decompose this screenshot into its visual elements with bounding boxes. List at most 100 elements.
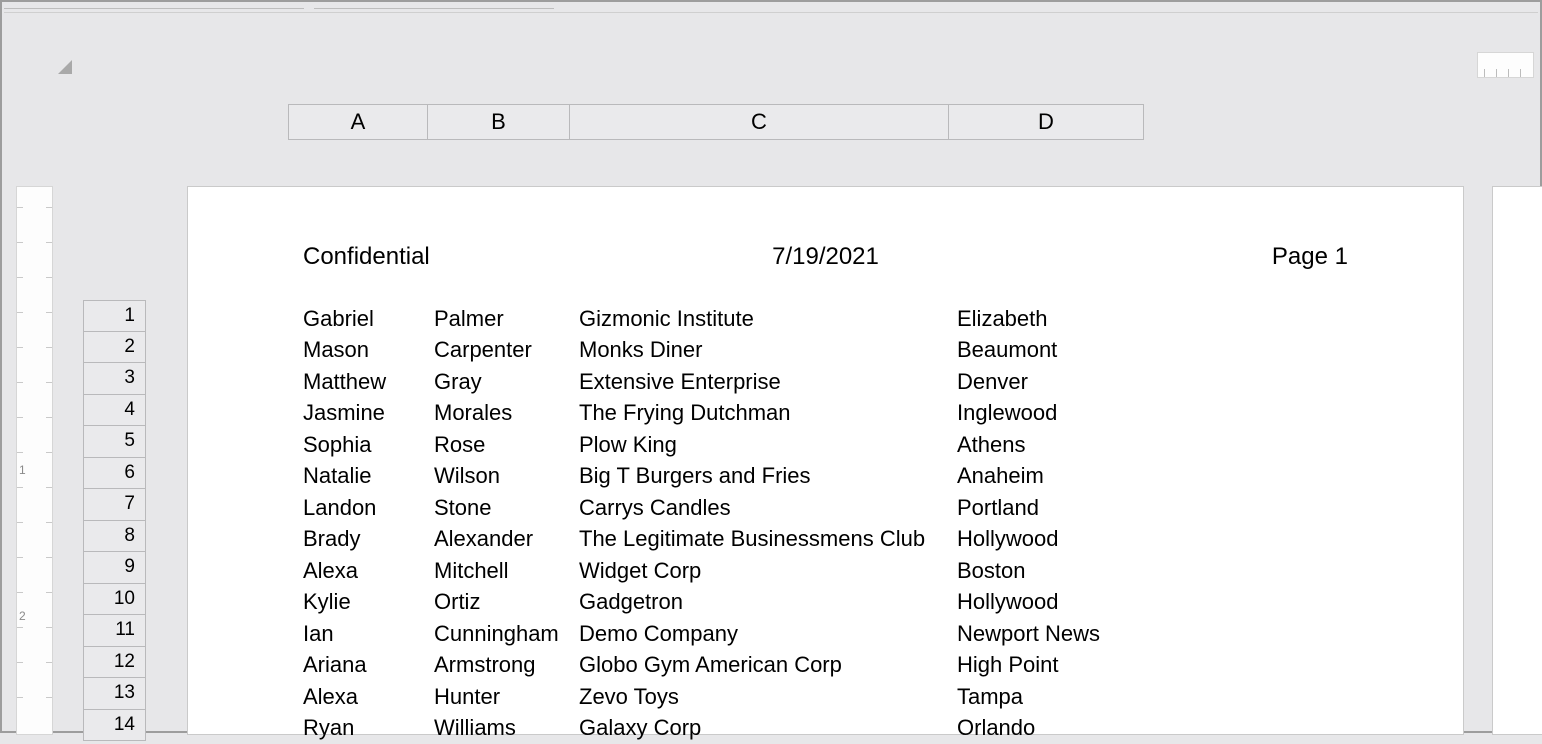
column-header-D[interactable]: D (948, 104, 1144, 140)
cell-C-4[interactable]: The Frying Dutchman (579, 400, 957, 426)
cell-B-7[interactable]: Stone (434, 495, 579, 521)
column-header-B[interactable]: B (427, 104, 569, 140)
table-row: IanCunninghamDemo CompanyNewport News (303, 618, 1157, 650)
cell-C-5[interactable]: Plow King (579, 432, 957, 458)
horizontal-ruler-right (1477, 52, 1534, 78)
vruler-mark-2: 2 (19, 609, 26, 623)
row-header-7[interactable]: 7 (83, 489, 146, 521)
cell-D-10[interactable]: Hollywood (957, 589, 1157, 615)
cell-A-11[interactable]: Ian (303, 621, 434, 647)
row-header-9[interactable]: 9 (83, 552, 146, 584)
cell-B-5[interactable]: Rose (434, 432, 579, 458)
table-row: BradyAlexanderThe Legitimate Businessmen… (303, 524, 1157, 556)
row-header-4[interactable]: 4 (83, 395, 146, 427)
cell-D-1[interactable]: Elizabeth (957, 306, 1157, 332)
select-all-triangle[interactable] (58, 60, 72, 74)
cell-C-11[interactable]: Demo Company (579, 621, 957, 647)
page-header-right: Page 1 (1272, 243, 1348, 271)
row-header-14[interactable]: 14 (83, 710, 146, 742)
table-row: GabrielPalmerGizmonic InstituteElizabeth (303, 303, 1157, 335)
row-header-11[interactable]: 11 (83, 615, 146, 647)
table-row: AlexaMitchellWidget CorpBoston (303, 555, 1157, 587)
cell-A-2[interactable]: Mason (303, 337, 434, 363)
row-header-2[interactable]: 2 (83, 332, 146, 364)
cell-B-10[interactable]: Ortiz (434, 589, 579, 615)
cell-A-9[interactable]: Alexa (303, 558, 434, 584)
cell-D-13[interactable]: Tampa (957, 684, 1157, 710)
cell-B-3[interactable]: Gray (434, 369, 579, 395)
cell-C-6[interactable]: Big T Burgers and Fries (579, 463, 957, 489)
vertical-ruler: 1 2 (16, 186, 53, 735)
cell-D-7[interactable]: Portland (957, 495, 1157, 521)
table-row: MasonCarpenterMonks DinerBeaumont (303, 335, 1157, 367)
cell-B-11[interactable]: Cunningham (434, 621, 579, 647)
cell-B-12[interactable]: Armstrong (434, 652, 579, 678)
cell-C-9[interactable]: Widget Corp (579, 558, 957, 584)
table-row: RyanWilliamsGalaxy CorpOrlando (303, 713, 1157, 744)
row-header-10[interactable]: 10 (83, 584, 146, 616)
top-strip (4, 4, 1538, 13)
cell-D-3[interactable]: Denver (957, 369, 1157, 395)
cell-C-3[interactable]: Extensive Enterprise (579, 369, 957, 395)
table-row: SophiaRosePlow KingAthens (303, 429, 1157, 461)
row-header-13[interactable]: 13 (83, 678, 146, 710)
cell-B-8[interactable]: Alexander (434, 526, 579, 552)
cell-D-12[interactable]: High Point (957, 652, 1157, 678)
cell-B-9[interactable]: Mitchell (434, 558, 579, 584)
cell-D-11[interactable]: Newport News (957, 621, 1157, 647)
row-header-3[interactable]: 3 (83, 363, 146, 395)
cell-A-10[interactable]: Kylie (303, 589, 434, 615)
column-header-C[interactable]: C (569, 104, 948, 140)
cell-C-14[interactable]: Galaxy Corp (579, 715, 957, 741)
table-row: LandonStoneCarrys CandlesPortland (303, 492, 1157, 524)
print-page: Confidential 7/19/2021 Page 1 GabrielPal… (187, 186, 1464, 735)
row-header-1[interactable]: 1 (83, 300, 146, 332)
row-header-5[interactable]: 5 (83, 426, 146, 458)
table-row: MatthewGrayExtensive EnterpriseDenver (303, 366, 1157, 398)
cell-A-13[interactable]: Alexa (303, 684, 434, 710)
cell-D-6[interactable]: Anaheim (957, 463, 1157, 489)
row-headers: 1234567891011121314 (83, 300, 146, 741)
table-row: AlexaHunterZevo ToysTampa (303, 681, 1157, 713)
cell-D-9[interactable]: Boston (957, 558, 1157, 584)
cell-A-14[interactable]: Ryan (303, 715, 434, 741)
app-frame: A B C D 1 2 1234567891011121314 Confiden… (0, 0, 1542, 733)
cell-A-4[interactable]: Jasmine (303, 400, 434, 426)
cell-A-6[interactable]: Natalie (303, 463, 434, 489)
cell-A-8[interactable]: Brady (303, 526, 434, 552)
table-row: JasmineMoralesThe Frying DutchmanInglewo… (303, 398, 1157, 430)
next-page-sliver (1492, 186, 1542, 735)
cell-A-1[interactable]: Gabriel (303, 306, 434, 332)
vruler-mark-1: 1 (19, 463, 26, 477)
cell-A-3[interactable]: Matthew (303, 369, 434, 395)
cell-D-5[interactable]: Athens (957, 432, 1157, 458)
data-area: GabrielPalmerGizmonic InstituteElizabeth… (303, 303, 1157, 744)
cell-D-4[interactable]: Inglewood (957, 400, 1157, 426)
table-row: NatalieWilsonBig T Burgers and FriesAnah… (303, 461, 1157, 493)
cell-B-4[interactable]: Morales (434, 400, 579, 426)
cell-A-12[interactable]: Ariana (303, 652, 434, 678)
column-headers: A B C D (288, 104, 1144, 140)
cell-C-10[interactable]: Gadgetron (579, 589, 957, 615)
column-header-A[interactable]: A (288, 104, 427, 140)
row-header-6[interactable]: 6 (83, 458, 146, 490)
cell-D-2[interactable]: Beaumont (957, 337, 1157, 363)
cell-A-5[interactable]: Sophia (303, 432, 434, 458)
cell-C-12[interactable]: Globo Gym American Corp (579, 652, 957, 678)
cell-C-2[interactable]: Monks Diner (579, 337, 957, 363)
cell-B-6[interactable]: Wilson (434, 463, 579, 489)
cell-C-7[interactable]: Carrys Candles (579, 495, 957, 521)
cell-B-1[interactable]: Palmer (434, 306, 579, 332)
row-header-12[interactable]: 12 (83, 647, 146, 679)
cell-D-8[interactable]: Hollywood (957, 526, 1157, 552)
row-header-8[interactable]: 8 (83, 521, 146, 553)
cell-C-8[interactable]: The Legitimate Businessmens Club (579, 526, 957, 552)
cell-C-1[interactable]: Gizmonic Institute (579, 306, 957, 332)
cell-D-14[interactable]: Orlando (957, 715, 1157, 741)
cell-A-7[interactable]: Landon (303, 495, 434, 521)
cell-B-13[interactable]: Hunter (434, 684, 579, 710)
cell-C-13[interactable]: Zevo Toys (579, 684, 957, 710)
table-row: KylieOrtizGadgetronHollywood (303, 587, 1157, 619)
cell-B-14[interactable]: Williams (434, 715, 579, 741)
cell-B-2[interactable]: Carpenter (434, 337, 579, 363)
